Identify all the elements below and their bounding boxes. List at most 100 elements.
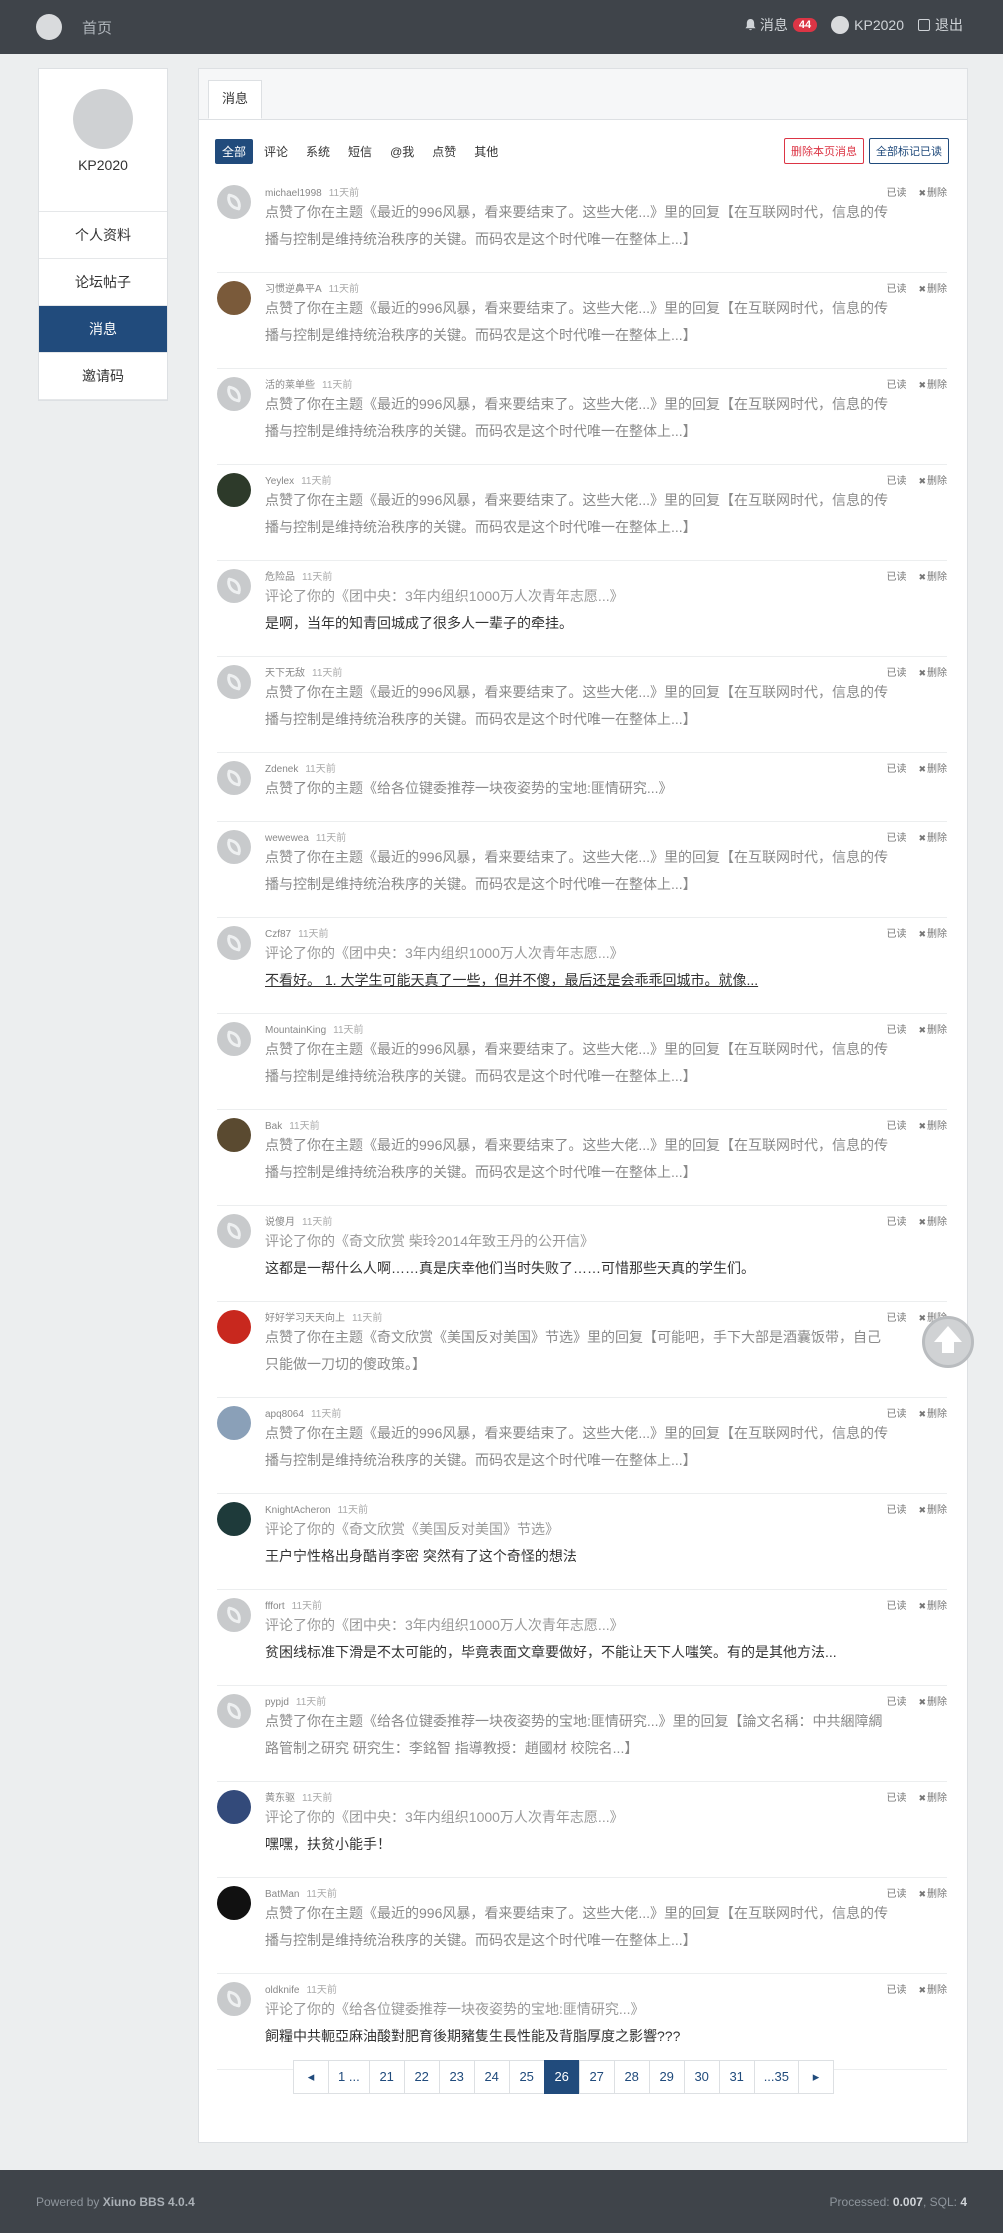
message-username[interactable]: Bak xyxy=(265,1121,282,1132)
message-text[interactable]: 评论了你的《给各位键委推荐一块夜姿势的宝地:匪情研究...》 xyxy=(265,1996,947,2023)
sidebar-item[interactable]: 邀请码 xyxy=(39,353,167,400)
mark-read-link[interactable]: 已读 xyxy=(886,1409,906,1420)
mark-read-link[interactable]: 已读 xyxy=(886,1217,906,1228)
message-text[interactable]: 评论了你的《团中央：3年内组织1000万人次青年志愿...》 xyxy=(265,1804,947,1831)
message-text-cont[interactable]: 播与控制是维持统治秩序的关键。而码农是这个时代唯一在整体上...】 xyxy=(265,1063,947,1090)
comment-text[interactable]: 不看好。 1. 大学生可能天真了一些，但并不傻，最后还是会乖乖回城市。就像... xyxy=(265,967,947,994)
delete-link[interactable]: ✖删除 xyxy=(918,1217,947,1228)
delete-link[interactable]: ✖删除 xyxy=(918,1985,947,1996)
message-text[interactable]: 评论了你的《团中央：3年内组织1000万人次青年志愿...》 xyxy=(265,583,947,610)
prev-page-button[interactable]: ◂ xyxy=(293,2060,329,2094)
delete-link[interactable]: ✖删除 xyxy=(918,572,947,583)
message-text[interactable]: 点赞了你在主题《最近的996风暴，看来要结束了。这些大佬...》里的回复【在互联… xyxy=(265,1420,947,1447)
message-text[interactable]: 点赞了你在主题《最近的996风暴，看来要结束了。这些大佬...》里的回复【在互联… xyxy=(265,487,947,514)
message-text-cont[interactable]: 播与控制是维持统治秩序的关键。而码农是这个时代唯一在整体上...】 xyxy=(265,1159,947,1186)
delete-link[interactable]: ✖删除 xyxy=(918,284,947,295)
mark-read-link[interactable]: 已读 xyxy=(886,284,906,295)
message-text[interactable]: 点赞了你在主题《最近的996风暴，看来要结束了。这些大佬...》里的回复【在互联… xyxy=(265,1036,947,1063)
message-username[interactable]: 习惯逆鼻平A xyxy=(265,284,322,295)
message-text-cont[interactable]: 播与控制是维持统治秩序的关键。而码农是这个时代唯一在整体上...】 xyxy=(265,514,947,541)
message-text-cont[interactable]: 播与控制是维持统治秩序的关键。而码农是这个时代唯一在整体上...】 xyxy=(265,322,947,349)
user-avatar[interactable] xyxy=(217,926,251,960)
comment-text[interactable]: 这都是一帮什么人啊……真是庆幸他们当时失败了……可惜那些天真的学生们。 xyxy=(265,1255,947,1282)
delete-link[interactable]: ✖删除 xyxy=(918,1697,947,1708)
mark-read-link[interactable]: 已读 xyxy=(886,833,906,844)
message-text-cont[interactable]: 播与控制是维持统治秩序的关键。而码农是这个时代唯一在整体上...】 xyxy=(265,226,947,253)
delete-link[interactable]: ✖删除 xyxy=(918,929,947,940)
message-username[interactable]: Zdenek xyxy=(265,764,298,775)
user-avatar[interactable] xyxy=(217,761,251,795)
message-text-cont[interactable]: 播与控制是维持统治秩序的关键。而码农是这个时代唯一在整体上...】 xyxy=(265,871,947,898)
filter-tab[interactable]: 评论 xyxy=(257,139,295,164)
page-link[interactable]: 25 xyxy=(508,2060,545,2094)
message-username[interactable]: 黄东驱 xyxy=(265,1793,295,1804)
user-avatar[interactable] xyxy=(217,830,251,864)
home-link[interactable]: 首页 xyxy=(82,17,112,38)
page-link[interactable]: 22 xyxy=(403,2060,440,2094)
message-username[interactable]: wewewea xyxy=(265,833,309,844)
user-avatar[interactable] xyxy=(217,1598,251,1632)
comment-text[interactable]: 王户宁性格出身酷肖李密 突然有了这个奇怪的想法 xyxy=(265,1543,947,1570)
user-avatar[interactable] xyxy=(217,1310,251,1344)
user-avatar[interactable] xyxy=(217,665,251,699)
page-link[interactable]: ...35 xyxy=(753,2060,799,2094)
message-text[interactable]: 点赞了你在主题《最近的996风暴，看来要结束了。这些大佬...》里的回复【在互联… xyxy=(265,844,947,871)
mark-read-link[interactable]: 已读 xyxy=(886,188,906,199)
message-username[interactable]: Czf87 xyxy=(265,929,291,940)
delete-link[interactable]: ✖删除 xyxy=(918,1025,947,1036)
message-username[interactable]: 活的莱单些 xyxy=(265,380,315,391)
mark-read-link[interactable]: 已读 xyxy=(886,1505,906,1516)
sidebar-item[interactable]: 消息 xyxy=(39,306,167,353)
mark-read-link[interactable]: 已读 xyxy=(886,1313,906,1324)
scroll-to-top-button[interactable] xyxy=(922,1316,974,1368)
delete-link[interactable]: ✖删除 xyxy=(918,1121,947,1132)
message-text-cont[interactable]: 播与控制是维持统治秩序的关键。而码农是这个时代唯一在整体上...】 xyxy=(265,418,947,445)
user-link[interactable]: KP2020 xyxy=(831,16,904,34)
comment-text[interactable]: 飼糧中共軛亞麻油酸對肥育後期豬隻生長性能及背脂厚度之影響??? xyxy=(265,2023,947,2050)
page-link[interactable]: 31 xyxy=(718,2060,755,2094)
user-avatar[interactable] xyxy=(217,1214,251,1248)
comment-text[interactable]: 嘿嘿，扶贫小能手！ xyxy=(265,1831,947,1858)
mark-read-link[interactable]: 已读 xyxy=(886,1697,906,1708)
message-text-cont[interactable]: 只能做一刀切的傻政策。】 xyxy=(265,1351,947,1378)
user-avatar[interactable] xyxy=(217,1790,251,1824)
message-username[interactable]: BatMan xyxy=(265,1889,299,1900)
message-username[interactable]: 天下无敌 xyxy=(265,668,305,679)
mark-read-link[interactable]: 已读 xyxy=(886,380,906,391)
messages-link[interactable]: 消息 44 xyxy=(745,15,818,35)
message-username[interactable]: 危险品 xyxy=(265,572,295,583)
user-avatar[interactable] xyxy=(217,1694,251,1728)
mark-read-link[interactable]: 已读 xyxy=(886,476,906,487)
message-text[interactable]: 评论了你的《团中央：3年内组织1000万人次青年志愿...》 xyxy=(265,940,947,967)
message-text-cont[interactable]: 播与控制是维持统治秩序的关键。而码农是这个时代唯一在整体上...】 xyxy=(265,1927,947,1954)
message-text[interactable]: 评论了你的《奇文欣赏《美国反对美国》节选》 xyxy=(265,1516,947,1543)
message-username[interactable]: MountainKing xyxy=(265,1025,326,1036)
filter-tab[interactable]: 短信 xyxy=(341,139,379,164)
message-username[interactable]: oldknife xyxy=(265,1985,299,1996)
delete-link[interactable]: ✖删除 xyxy=(918,476,947,487)
delete-link[interactable]: ✖删除 xyxy=(918,380,947,391)
comment-text[interactable]: 贫困线标准下滑是不太可能的，毕竟表面文章要做好，不能让天下人嗤笑。有的是其他方法… xyxy=(265,1639,947,1666)
message-username[interactable]: fffort xyxy=(265,1601,285,1612)
message-text-cont[interactable]: 路管制之研究 研究生：李銘智 指導教授：趙國材 校院名...】 xyxy=(265,1735,947,1762)
message-username[interactable]: apq8064 xyxy=(265,1409,304,1420)
user-avatar[interactable] xyxy=(217,377,251,411)
mark-read-link[interactable]: 已读 xyxy=(886,1601,906,1612)
message-text[interactable]: 点赞了你在主题《最近的996风暴，看来要结束了。这些大佬...》里的回复【在互联… xyxy=(265,1900,947,1927)
mark-read-link[interactable]: 已读 xyxy=(886,1025,906,1036)
logout-link[interactable]: 退出 xyxy=(918,15,963,35)
page-link[interactable]: 23 xyxy=(438,2060,475,2094)
delete-link[interactable]: ✖删除 xyxy=(918,1889,947,1900)
sidebar-item[interactable]: 个人资料 xyxy=(39,212,167,259)
mark-read-link[interactable]: 已读 xyxy=(886,572,906,583)
delete-link[interactable]: ✖删除 xyxy=(918,764,947,775)
message-text[interactable]: 点赞了你在主题《最近的996风暴，看来要结束了。这些大佬...》里的回复【在互联… xyxy=(265,1132,947,1159)
page-link[interactable]: 29 xyxy=(648,2060,685,2094)
mark-read-link[interactable]: 已读 xyxy=(886,1889,906,1900)
user-avatar[interactable] xyxy=(217,1118,251,1152)
profile-avatar[interactable] xyxy=(73,89,133,149)
filter-tab[interactable]: 系统 xyxy=(299,139,337,164)
user-avatar[interactable] xyxy=(217,1982,251,2016)
filter-tab[interactable]: 点赞 xyxy=(425,139,463,164)
mark-all-read-button[interactable]: 全部标记已读 xyxy=(869,138,949,164)
